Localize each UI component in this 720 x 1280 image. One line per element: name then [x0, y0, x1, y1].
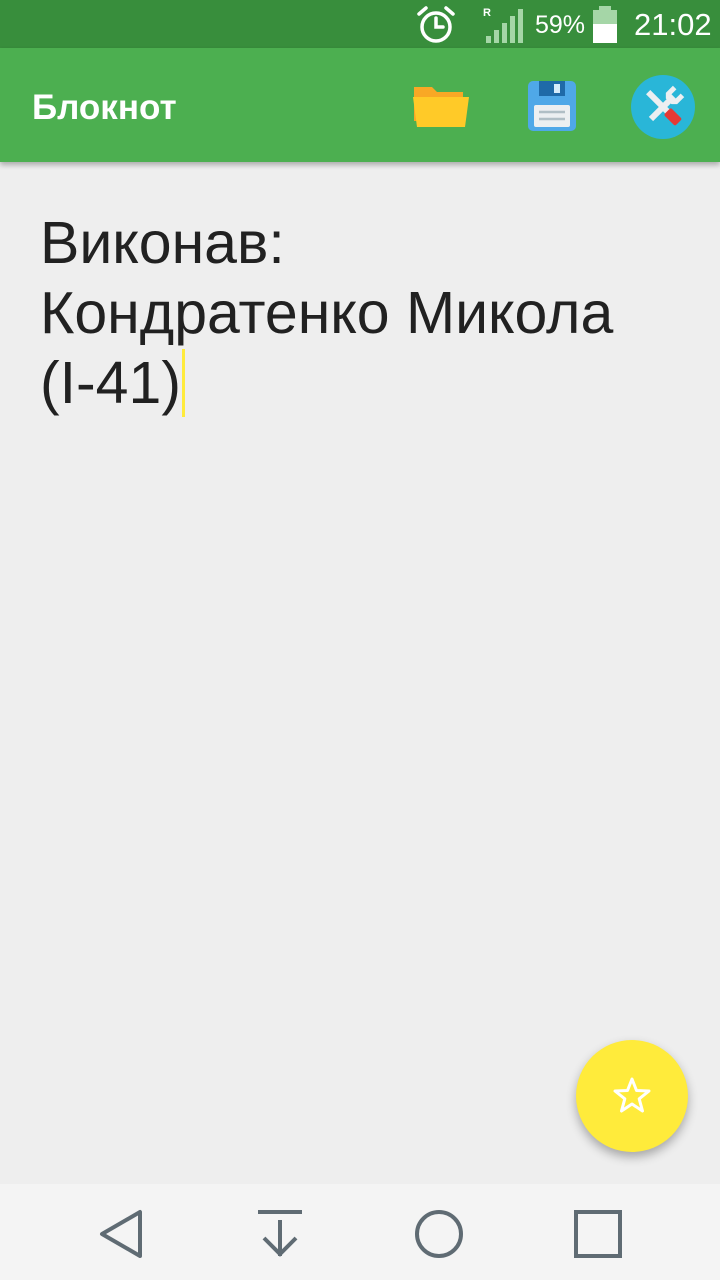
text-line-content: (І-41) — [40, 350, 181, 416]
text-line: Кондратенко Микола — [40, 280, 614, 346]
battery-icon — [593, 6, 617, 43]
text-cursor — [181, 349, 185, 417]
battery-percent: 59% — [535, 11, 586, 39]
download-button[interactable] — [254, 1208, 306, 1260]
open-folder-icon — [413, 87, 469, 127]
star-outline-icon — [613, 1077, 651, 1113]
home-icon — [415, 1210, 463, 1258]
status-bar: R 59% 21:02 — [0, 0, 720, 48]
app-title: Блокнот — [32, 88, 177, 127]
save-button[interactable] — [520, 75, 584, 139]
text-line-last: (І-41) — [40, 348, 690, 418]
settings-button[interactable] — [631, 75, 695, 139]
text-line: Виконав: — [40, 210, 285, 276]
svg-text:R: R — [483, 7, 491, 19]
note-text-area[interactable]: Виконав: Кондратенко Микола (І-41) — [40, 208, 690, 418]
recents-button[interactable] — [572, 1208, 624, 1260]
save-floppy-icon — [528, 81, 576, 131]
recents-icon — [574, 1210, 622, 1258]
back-icon — [100, 1210, 142, 1258]
settings-tools-icon — [631, 75, 695, 139]
open-file-button[interactable] — [409, 75, 473, 139]
system-nav-bar — [0, 1184, 720, 1280]
back-button[interactable] — [96, 1208, 148, 1260]
favorite-fab-button[interactable] — [576, 1040, 688, 1152]
home-button[interactable] — [413, 1208, 465, 1260]
status-clock: 21:02 — [634, 7, 712, 42]
signal-icon: R — [483, 7, 523, 43]
app-bar: Блокнот — [0, 48, 720, 162]
download-icon — [258, 1210, 302, 1257]
alarm-icon — [417, 6, 455, 43]
